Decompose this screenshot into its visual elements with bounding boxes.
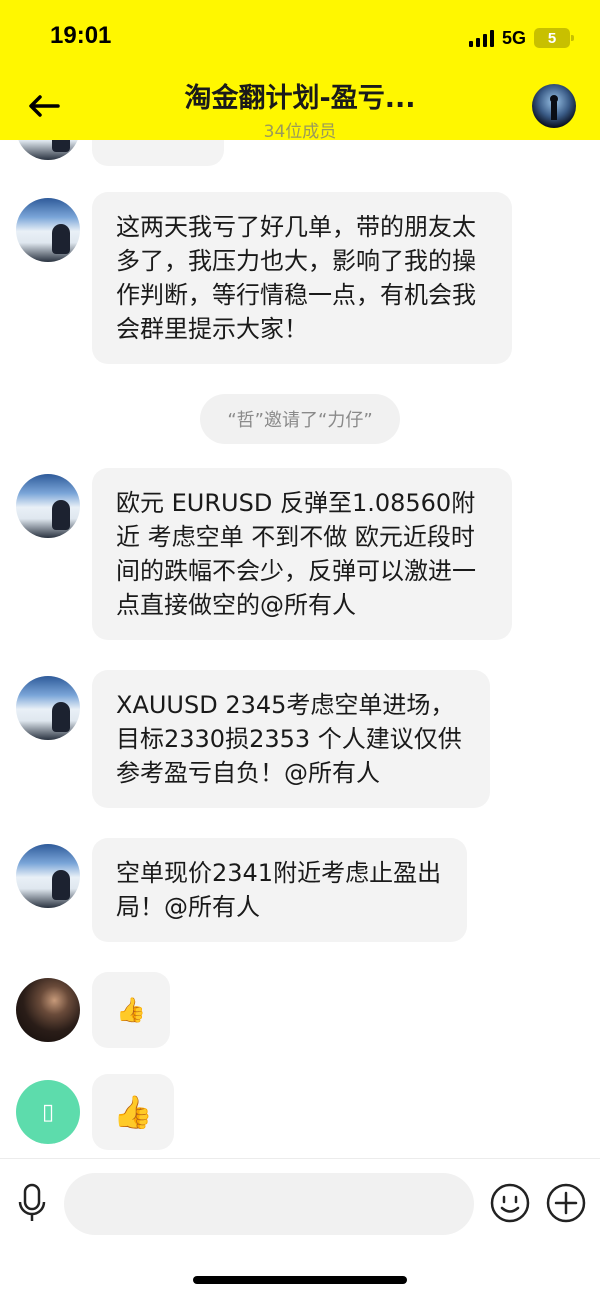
avatar[interactable] bbox=[16, 978, 80, 1042]
emoji-message[interactable]: 👍 bbox=[92, 1074, 174, 1150]
system-message: “哲”邀请了“力仔” bbox=[200, 394, 400, 444]
emoji-message[interactable]: 👍 bbox=[92, 972, 170, 1048]
emoji-icon bbox=[490, 1183, 530, 1223]
back-button[interactable] bbox=[24, 86, 64, 126]
avatar[interactable]: ▯ bbox=[16, 1080, 80, 1144]
home-indicator[interactable] bbox=[193, 1276, 407, 1284]
more-button[interactable] bbox=[544, 1181, 588, 1225]
avatar[interactable] bbox=[16, 676, 80, 740]
back-arrow-icon bbox=[29, 95, 60, 117]
avatar-glyph: ▯ bbox=[41, 1099, 55, 1125]
avatar[interactable] bbox=[16, 844, 80, 908]
plus-icon bbox=[546, 1183, 586, 1223]
chat-title: 淘金翻计划-盈亏... bbox=[184, 83, 416, 114]
signal-icon bbox=[468, 29, 494, 47]
avatar[interactable] bbox=[16, 198, 80, 262]
microphone-icon bbox=[18, 1183, 46, 1221]
message-input[interactable] bbox=[64, 1173, 474, 1235]
voice-button[interactable] bbox=[10, 1181, 54, 1225]
chat-header: 19:01 5G 5 淘金翻计划-盈亏... 34位成员 bbox=[0, 0, 600, 142]
avatar[interactable] bbox=[16, 140, 80, 160]
network-type: 5G bbox=[501, 27, 526, 48]
battery-icon: 5 bbox=[534, 28, 574, 48]
group-avatar[interactable] bbox=[532, 84, 576, 128]
status-time: 19:01 bbox=[50, 22, 112, 49]
chat-title-block[interactable]: 淘金翻计划-盈亏... 34位成员 bbox=[120, 76, 480, 142]
group-avatar-image bbox=[550, 95, 558, 120]
message-list[interactable]: 这两天我亏了好几单，带的朋友太多了，我压力也大，影响了我的操作判断，等行情稳一点… bbox=[0, 140, 600, 1158]
message-bubble[interactable]: XAUUSD 2345考虑空单进场，目标2330损2353 个人建议仅供参考盈亏… bbox=[92, 670, 490, 808]
message-bubble[interactable]: 这两天我亏了好几单，带的朋友太多了，我压力也大，影响了我的操作判断，等行情稳一点… bbox=[92, 192, 512, 364]
emoji-button[interactable] bbox=[488, 1181, 532, 1225]
member-count: 34位成员 bbox=[263, 122, 337, 142]
avatar[interactable] bbox=[16, 474, 80, 538]
message-bubble[interactable]: 欧元 EURUSD 反弹至1.08560附近 考虑空单 不到不做 欧元近段时间的… bbox=[92, 468, 512, 640]
message-bubble[interactable] bbox=[92, 140, 224, 166]
battery-level: 5 bbox=[547, 29, 557, 47]
status-indicators: 5G 5 bbox=[468, 26, 574, 50]
message-bubble[interactable]: 空单现价2341附近考虑止盈出局！@所有人 bbox=[92, 838, 467, 942]
